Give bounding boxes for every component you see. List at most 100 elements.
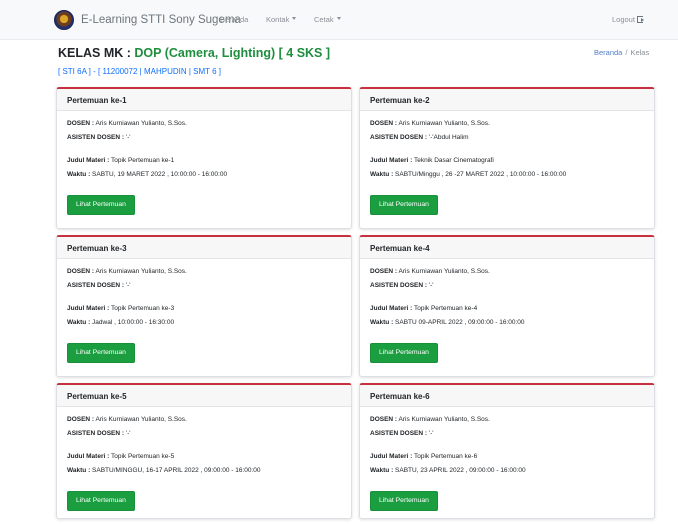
dosen-label: DOSEN :: [370, 268, 398, 275]
judul-label: Judul Materi :: [67, 157, 110, 164]
card-title: Pertemuan ke-3: [57, 237, 351, 259]
nav-cetak[interactable]: Cetak: [314, 13, 341, 27]
dosen-line: DOSEN : Aris Kurniawan Yulianto, S.Sos.: [370, 268, 644, 276]
dosen-line: DOSEN : Aris Kurniawan Yulianto, S.Sos.: [67, 416, 341, 424]
lihat-pertemuan-button[interactable]: Lihat Pertemuan: [67, 195, 135, 215]
waktu-line: Waktu : SABTU/MINGGU, 16-17 APRIL 2022 ,…: [67, 467, 341, 475]
dosen-value: Aris Kurniawan Yulianto, S.Sos.: [398, 268, 490, 275]
waktu-value: Jadwal , 10:00:00 - 16:30:00: [92, 319, 175, 326]
nav-kontak[interactable]: Kontak: [266, 13, 297, 27]
brand-title: E-Learning STTI Sony Sugema: [81, 14, 241, 26]
dosen-label: DOSEN :: [370, 416, 398, 423]
judul-label: Judul Materi :: [370, 157, 413, 164]
waktu-value: SABTU, 19 MARET 2022 , 10:00:00 - 16:00:…: [92, 171, 228, 178]
asisten-label: ASISTEN DOSEN :: [370, 134, 428, 141]
asisten-line: ASISTEN DOSEN : '-'Abdul Halim: [370, 134, 644, 142]
waktu-line: Waktu : Jadwal , 10:00:00 - 16:30:00: [67, 319, 341, 327]
judul-line: Judul Materi : Topik Pertemuan ke-5: [67, 453, 341, 461]
lihat-pertemuan-button[interactable]: Lihat Pertemuan: [370, 491, 438, 511]
meeting-card-2: Pertemuan ke-2 DOSEN : Aris Kurniawan Yu…: [359, 87, 655, 229]
waktu-value: SABTU 09-APRIL 2022 , 09:00:00 - 16:00:0…: [395, 319, 525, 326]
lihat-pertemuan-button[interactable]: Lihat Pertemuan: [370, 195, 438, 215]
meeting-card-6: Pertemuan ke-6 DOSEN : Aris Kurniawan Yu…: [359, 383, 655, 519]
breadcrumb-home[interactable]: Beranda: [594, 48, 622, 57]
waktu-label: Waktu :: [370, 171, 394, 178]
asisten-value: '-': [428, 282, 434, 289]
judul-value: Topik Pertemuan ke-5: [110, 453, 175, 460]
brand[interactable]: E-Learning STTI Sony Sugema: [54, 10, 241, 30]
asisten-value: '-'Abdul Halim: [428, 134, 469, 141]
dosen-label: DOSEN :: [67, 416, 95, 423]
top-navbar: E-Learning STTI Sony Sugema Beranda Kont…: [0, 0, 678, 40]
asisten-label: ASISTEN DOSEN :: [67, 282, 125, 289]
asisten-label: ASISTEN DOSEN :: [370, 282, 428, 289]
judul-value: Topik Pertemuan ke-6: [413, 453, 478, 460]
asisten-line: ASISTEN DOSEN : '-': [67, 134, 341, 142]
nav-beranda[interactable]: Beranda: [220, 13, 248, 27]
logout-button[interactable]: Logout: [612, 13, 644, 27]
asisten-line: ASISTEN DOSEN : '-': [67, 282, 341, 290]
dosen-line: DOSEN : Aris Kurniawan Yulianto, S.Sos.: [370, 120, 644, 128]
dosen-line: DOSEN : Aris Kurniawan Yulianto, S.Sos.: [67, 268, 341, 276]
asisten-value: '-': [125, 430, 131, 437]
dosen-value: Aris Kurniawan Yulianto, S.Sos.: [398, 416, 490, 423]
judul-label: Judul Materi :: [370, 453, 413, 460]
dosen-label: DOSEN :: [67, 120, 95, 127]
waktu-label: Waktu :: [67, 467, 91, 474]
dosen-value: Aris Kurniawan Yulianto, S.Sos.: [95, 416, 187, 423]
waktu-label: Waktu :: [370, 467, 394, 474]
waktu-line: Waktu : SABTU, 19 MARET 2022 , 10:00:00 …: [67, 171, 341, 179]
waktu-label: Waktu :: [370, 319, 394, 326]
waktu-value: SABTU/MINGGU, 16-17 APRIL 2022 , 09:00:0…: [92, 467, 261, 474]
judul-value: Topik Pertemuan ke-4: [413, 305, 478, 312]
judul-value: Topik Pertemuan ke-1: [110, 157, 175, 164]
waktu-label: Waktu :: [67, 171, 91, 178]
waktu-line: Waktu : SABTU 09-APRIL 2022 , 09:00:00 -…: [370, 319, 644, 327]
judul-line: Judul Materi : Teknik Dasar Cinematograf…: [370, 157, 644, 165]
meeting-card-4: Pertemuan ke-4 DOSEN : Aris Kurniawan Yu…: [359, 235, 655, 377]
nav-kontak-label: Kontak: [266, 15, 290, 24]
judul-line: Judul Materi : Topik Pertemuan ke-4: [370, 305, 644, 313]
waktu-line: Waktu : SABTU, 23 APRIL 2022 , 09:00:00 …: [370, 467, 644, 475]
asisten-line: ASISTEN DOSEN : '-': [370, 282, 644, 290]
breadcrumb-separator: /: [625, 48, 628, 57]
judul-label: Judul Materi :: [67, 453, 110, 460]
breadcrumb: Beranda / Kelas: [594, 48, 649, 58]
asisten-value: '-': [125, 282, 131, 289]
judul-line: Judul Materi : Topik Pertemuan ke-3: [67, 305, 341, 313]
waktu-value: SABTU, 23 APRIL 2022 , 09:00:00 - 16:00:…: [395, 467, 526, 474]
asisten-label: ASISTEN DOSEN :: [67, 134, 125, 141]
judul-line: Judul Materi : Topik Pertemuan ke-1: [67, 157, 341, 165]
card-title: Pertemuan ke-1: [57, 89, 351, 111]
dosen-value: Aris Kurniawan Yulianto, S.Sos.: [95, 268, 187, 275]
waktu-value: SABTU/Minggu , 26 -27 MARET 2022 , 10:00…: [395, 171, 567, 178]
waktu-label: Waktu :: [67, 319, 91, 326]
meeting-card-3: Pertemuan ke-3 DOSEN : Aris Kurniawan Yu…: [56, 235, 352, 377]
lihat-pertemuan-button[interactable]: Lihat Pertemuan: [67, 343, 135, 363]
card-title: Pertemuan ke-2: [360, 89, 654, 111]
asisten-value: '-': [428, 430, 434, 437]
asisten-line: ASISTEN DOSEN : '-': [370, 430, 644, 438]
judul-line: Judul Materi : Topik Pertemuan ke-6: [370, 453, 644, 461]
dosen-value: Aris Kurniawan Yulianto, S.Sos.: [398, 120, 490, 127]
campus-logo-icon: [54, 10, 74, 30]
lihat-pertemuan-button[interactable]: Lihat Pertemuan: [370, 343, 438, 363]
chevron-down-icon: [292, 17, 297, 20]
dosen-line: DOSEN : Aris Kurniawan Yulianto, S.Sos.: [67, 120, 341, 128]
lihat-pertemuan-button[interactable]: Lihat Pertemuan: [67, 491, 135, 511]
asisten-label: ASISTEN DOSEN :: [67, 430, 125, 437]
card-title: Pertemuan ke-5: [57, 385, 351, 407]
course-name: DOP (Camera, Lighting) [ 4 SKS ]: [134, 46, 331, 60]
page-title: KELAS MK : DOP (Camera, Lighting) [ 4 SK…: [58, 45, 330, 61]
meeting-card-5: Pertemuan ke-5 DOSEN : Aris Kurniawan Yu…: [56, 383, 352, 519]
asisten-line: ASISTEN DOSEN : '-': [67, 430, 341, 438]
sign-out-icon: [636, 16, 644, 23]
dosen-line: DOSEN : Aris Kurniawan Yulianto, S.Sos.: [370, 416, 644, 424]
meeting-card-1: Pertemuan ke-1 DOSEN : Aris Kurniawan Yu…: [56, 87, 352, 229]
judul-label: Judul Materi :: [67, 305, 110, 312]
breadcrumb-current: Kelas: [630, 48, 650, 57]
class-info: [ STI 6A ] - [ 11200072 | MAHPUDIN | SMT…: [58, 67, 222, 76]
asisten-value: '-': [125, 134, 131, 141]
judul-value: Teknik Dasar Cinematografi: [413, 157, 494, 164]
waktu-line: Waktu : SABTU/Minggu , 26 -27 MARET 2022…: [370, 171, 644, 179]
